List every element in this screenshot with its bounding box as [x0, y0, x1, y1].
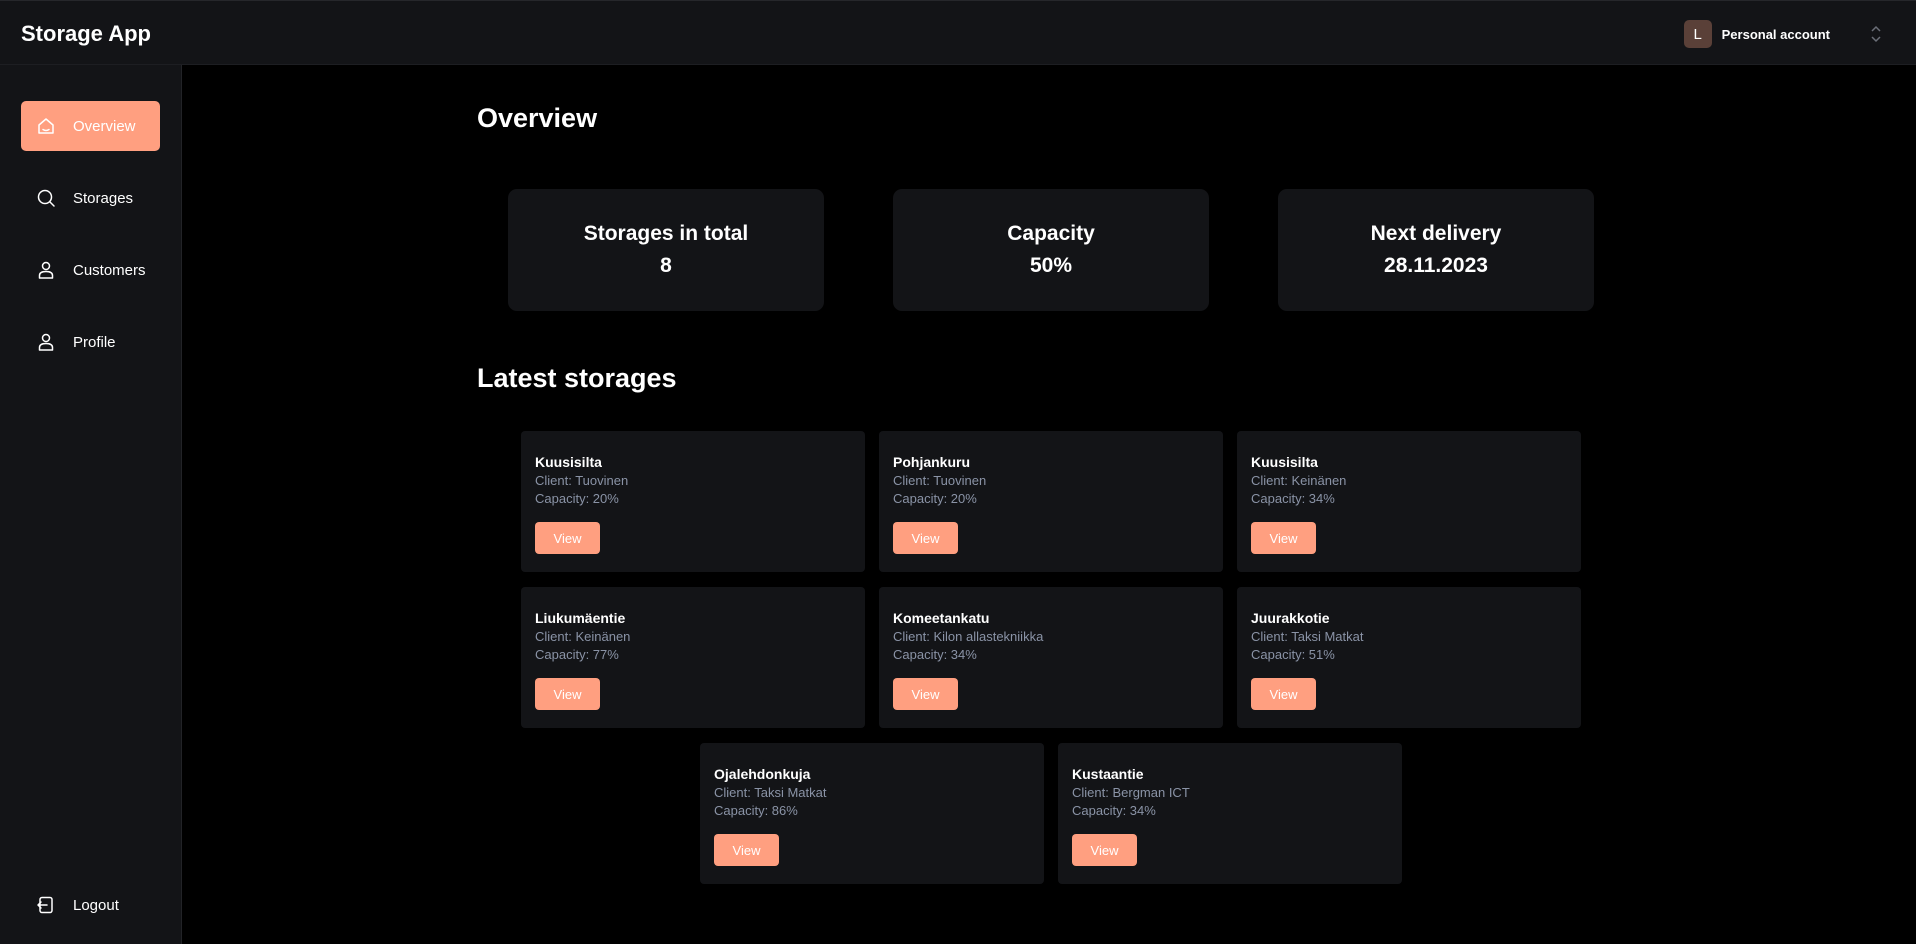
storage-client: Client: Taksi Matkat: [1251, 629, 1364, 644]
page-title: Overview: [477, 103, 598, 133]
storage-card: Liukumäentie Client: Keinänen Capacity: …: [521, 587, 865, 728]
sidebar: Overview Storages Customers Profile Logo…: [0, 65, 182, 944]
view-button[interactable]: View: [1251, 522, 1316, 554]
user-icon: [35, 259, 57, 281]
storage-name: Kuusisilta: [1251, 454, 1318, 470]
storage-card: Ojalehdonkuja Client: Taksi Matkat Capac…: [700, 743, 1044, 884]
sidebar-item-profile[interactable]: Profile: [21, 317, 160, 367]
storage-card: Komeetankatu Client: Kilon allastekniikk…: [879, 587, 1223, 728]
chevron-up-down-icon: [1870, 24, 1882, 44]
latest-storages-title: Latest storages: [477, 363, 677, 393]
storage-card: Kuusisilta Client: Tuovinen Capacity: 20…: [521, 431, 865, 572]
stat-card-storages-total: Storages in total 8: [508, 189, 824, 311]
storage-client: Client: Taksi Matkat: [714, 785, 827, 800]
sidebar-item-label: Profile: [73, 333, 116, 351]
app-title: Storage App: [21, 21, 151, 46]
storage-capacity: Capacity: 20%: [893, 491, 977, 506]
sidebar-item-overview[interactable]: Overview: [21, 101, 160, 151]
logout-button[interactable]: Logout: [21, 880, 160, 930]
sidebar-item-label: Overview: [73, 117, 136, 135]
view-button[interactable]: View: [1251, 678, 1316, 710]
stat-label: Next delivery: [1370, 222, 1502, 245]
logout-icon: [35, 894, 57, 916]
stat-value: 8: [660, 254, 672, 277]
search-icon: [35, 187, 57, 209]
storage-capacity: Capacity: 34%: [1072, 803, 1156, 818]
view-button[interactable]: View: [893, 678, 958, 710]
storage-client: Client: Kilon allastekniikka: [893, 629, 1044, 644]
storage-card: Juurakkotie Client: Taksi Matkat Capacit…: [1237, 587, 1581, 728]
storage-name: Liukumäentie: [535, 610, 626, 626]
account-switcher[interactable]: L Personal account: [1683, 19, 1882, 49]
storage-capacity: Capacity: 34%: [1251, 491, 1335, 506]
storage-capacity: Capacity: 34%: [893, 647, 977, 662]
stat-value: 28.11.2023: [1384, 254, 1488, 277]
storage-name: Ojalehdonkuja: [714, 766, 811, 782]
storage-capacity: Capacity: 86%: [714, 803, 798, 818]
stat-card-capacity: Capacity 50%: [893, 189, 1209, 311]
storage-client: Client: Keinänen: [1251, 473, 1347, 488]
account-label: Personal account: [1721, 26, 1830, 42]
view-button[interactable]: View: [1072, 834, 1137, 866]
storage-capacity: Capacity: 51%: [1251, 647, 1335, 662]
storage-client: Client: Tuovinen: [535, 473, 629, 488]
storage-name: Pohjankuru: [893, 454, 971, 470]
avatar: L: [1683, 20, 1712, 48]
stat-value: 50%: [1029, 254, 1073, 277]
storage-card: Pohjankuru Client: Tuovinen Capacity: 20…: [879, 431, 1223, 572]
sidebar-item-label: Customers: [73, 261, 146, 279]
top-bar: Storage App L Personal account: [0, 0, 1916, 65]
storage-name: Kuusisilta: [535, 454, 602, 470]
storage-name: Komeetankatu: [893, 610, 990, 626]
storage-capacity: Capacity: 20%: [535, 491, 619, 506]
view-button[interactable]: View: [535, 522, 600, 554]
view-button[interactable]: View: [535, 678, 600, 710]
storage-client: Client: Keinänen: [535, 629, 631, 644]
sidebar-item-storages[interactable]: Storages: [21, 173, 160, 223]
logout-label: Logout: [73, 896, 119, 914]
sidebar-item-customers[interactable]: Customers: [21, 245, 160, 295]
sidebar-item-label: Storages: [73, 189, 134, 207]
stat-card-next-delivery: Next delivery 28.11.2023: [1278, 189, 1594, 311]
storage-card: Kustaantie Client: Bergman ICT Capacity:…: [1058, 743, 1402, 884]
storage-client: Client: Tuovinen: [893, 473, 987, 488]
storage-client: Client: Bergman ICT: [1072, 785, 1190, 800]
stat-label: Capacity: [1007, 222, 1095, 245]
storage-capacity: Capacity: 77%: [535, 647, 619, 662]
storage-name: Kustaantie: [1072, 766, 1144, 782]
user-icon: [35, 331, 57, 353]
home-icon: [35, 115, 57, 137]
view-button[interactable]: View: [714, 834, 779, 866]
storage-name: Juurakkotie: [1251, 610, 1330, 626]
storage-card: Kuusisilta Client: Keinänen Capacity: 34…: [1237, 431, 1581, 572]
stat-label: Storages in total: [583, 222, 749, 245]
view-button[interactable]: View: [893, 522, 958, 554]
